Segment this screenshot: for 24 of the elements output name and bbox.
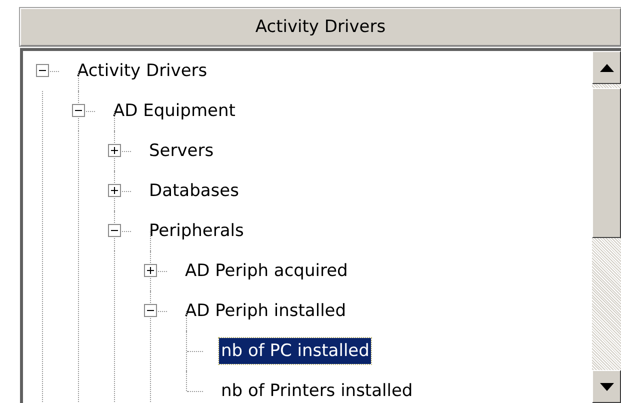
tree-item[interactable]: AD Periph installed — [183, 298, 348, 324]
scroll-thumb[interactable] — [592, 88, 621, 238]
collapse-icon[interactable] — [144, 304, 157, 317]
tree-item[interactable]: nb of PC installed — [219, 338, 372, 364]
expand-icon[interactable] — [108, 184, 121, 197]
up-arrow-icon — [600, 64, 614, 72]
tree-item[interactable]: Databases — [147, 178, 241, 204]
collapse-icon[interactable] — [108, 224, 121, 237]
expand-icon[interactable] — [144, 264, 157, 277]
collapse-icon[interactable] — [72, 104, 85, 117]
tree-item[interactable]: AD Equipment — [111, 98, 238, 124]
tree-item[interactable]: Servers — [147, 138, 216, 164]
scrollbar[interactable] — [592, 51, 621, 403]
down-arrow-icon — [600, 382, 614, 390]
header-title: Activity Drivers — [255, 17, 386, 37]
collapse-icon[interactable] — [36, 64, 49, 77]
tree-item[interactable]: AD Periph acquired — [183, 258, 350, 284]
scroll-down-button[interactable] — [592, 370, 621, 403]
tree-item[interactable]: nb of Printers installed — [219, 378, 415, 403]
scroll-up-button[interactable] — [592, 51, 621, 84]
tree-item[interactable]: Activity Drivers — [75, 58, 210, 84]
column-header[interactable]: Activity Drivers — [20, 8, 621, 46]
expand-icon[interactable] — [108, 144, 121, 157]
tree-item[interactable]: Peripherals — [147, 218, 246, 244]
